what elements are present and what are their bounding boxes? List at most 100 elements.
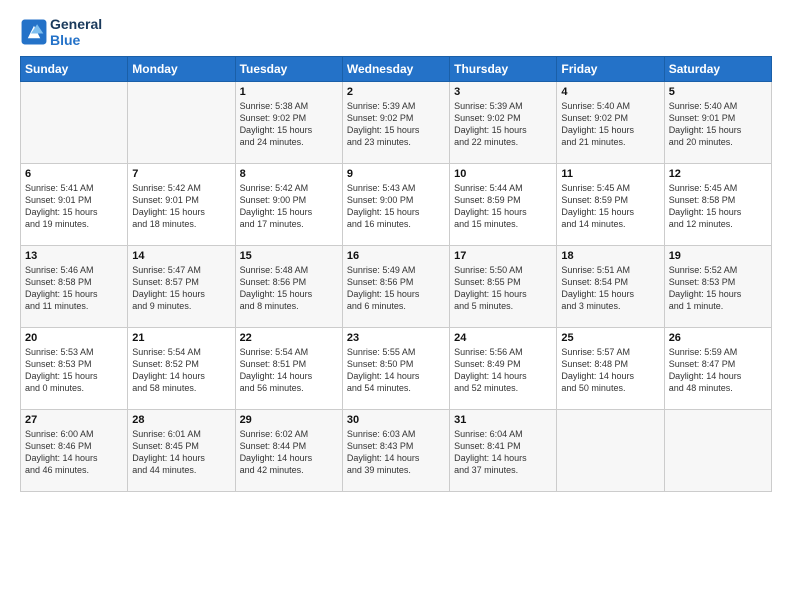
day-number: 14: [132, 250, 230, 262]
calendar-cell: 27Sunrise: 6:00 AM Sunset: 8:46 PM Dayli…: [21, 410, 128, 492]
logo-icon: [20, 18, 48, 46]
day-number: 2: [347, 86, 445, 98]
day-number: 28: [132, 414, 230, 426]
day-number: 6: [25, 168, 123, 180]
day-number: 24: [454, 332, 552, 344]
day-header-thursday: Thursday: [450, 57, 557, 82]
calendar-week-1: 1Sunrise: 5:38 AM Sunset: 9:02 PM Daylig…: [21, 82, 772, 164]
calendar-cell: 19 Sunrise: 5:52 AM Sunset: 8:53 PM Dayli…: [664, 246, 771, 328]
calendar-cell: 7Sunrise: 5:42 AM Sunset: 9:01 PM Daylig…: [128, 164, 235, 246]
cell-content: Sunrise: 5:41 AM Sunset: 9:01 PM Dayligh…: [25, 182, 123, 231]
calendar-cell: 24 Sunrise: 5:56 AM Sunset: 8:49 PM Dayli…: [450, 328, 557, 410]
day-number: 13: [25, 250, 123, 262]
calendar-cell: 15Sunrise: 5:48 AM Sunset: 8:56 PM Dayli…: [235, 246, 342, 328]
logo-text: General Blue: [50, 16, 102, 48]
cell-content: Sunrise: 5:46 AM Sunset: 8:58 PM Dayligh…: [25, 264, 123, 313]
cell-content: Sunrise: 5:43 AM Sunset: 9:00 PM Dayligh…: [347, 182, 445, 231]
calendar-cell: 4Sunrise: 5:40 AM Sunset: 9:02 PM Daylig…: [557, 82, 664, 164]
calendar-cell: 28 Sunrise: 6:01 AM Sunset: 8:45 PM Dayli…: [128, 410, 235, 492]
calendar-cell: [21, 82, 128, 164]
day-number: 19: [669, 250, 767, 262]
day-header-saturday: Saturday: [664, 57, 771, 82]
calendar-cell: [128, 82, 235, 164]
calendar-week-3: 13 Sunrise: 5:46 AM Sunset: 8:58 PM Dayli…: [21, 246, 772, 328]
day-number: 23: [347, 332, 445, 344]
cell-content: Sunrise: 5:59 AM Sunset: 8:47 PM Dayligh…: [669, 346, 767, 395]
cell-content: Sunrise: 5:50 AM Sunset: 8:55 PM Dayligh…: [454, 264, 552, 313]
cell-content: Sunrise: 5:53 AM Sunset: 8:53 PM Dayligh…: [25, 346, 123, 395]
cell-content: Sunrise: 5:52 AM Sunset: 8:53 PM Dayligh…: [669, 264, 767, 313]
calendar-cell: 10Sunrise: 5:44 AM Sunset: 8:59 PM Dayli…: [450, 164, 557, 246]
day-header-monday: Monday: [128, 57, 235, 82]
page: General Blue SundayMondayTuesdayWednesda…: [0, 0, 792, 612]
calendar-cell: 22 Sunrise: 5:54 AM Sunset: 8:51 PM Dayli…: [235, 328, 342, 410]
day-header-tuesday: Tuesday: [235, 57, 342, 82]
cell-content: Sunrise: 5:39 AM Sunset: 9:02 PM Dayligh…: [454, 100, 552, 149]
day-number: 27: [25, 414, 123, 426]
calendar-cell: 11 Sunrise: 5:45 AM Sunset: 8:59 PM Dayli…: [557, 164, 664, 246]
calendar-cell: 14Sunrise: 5:47 AM Sunset: 8:57 PM Dayli…: [128, 246, 235, 328]
calendar-cell: 3 Sunrise: 5:39 AM Sunset: 9:02 PM Daylig…: [450, 82, 557, 164]
day-number: 5: [669, 86, 767, 98]
day-number: 17: [454, 250, 552, 262]
calendar-cell: 26 Sunrise: 5:59 AM Sunset: 8:47 PM Dayli…: [664, 328, 771, 410]
day-number: 31: [454, 414, 552, 426]
day-number: 21: [132, 332, 230, 344]
day-number: 18: [561, 250, 659, 262]
day-number: 12: [669, 168, 767, 180]
calendar-cell: 13 Sunrise: 5:46 AM Sunset: 8:58 PM Dayli…: [21, 246, 128, 328]
calendar-week-4: 20 Sunrise: 5:53 AM Sunset: 8:53 PM Dayli…: [21, 328, 772, 410]
calendar-cell: 25Sunrise: 5:57 AM Sunset: 8:48 PM Dayli…: [557, 328, 664, 410]
calendar-cell: 2 Sunrise: 5:39 AM Sunset: 9:02 PM Daylig…: [342, 82, 449, 164]
day-number: 22: [240, 332, 338, 344]
calendar-cell: 8Sunrise: 5:42 AM Sunset: 9:00 PM Daylig…: [235, 164, 342, 246]
calendar-cell: 17 Sunrise: 5:50 AM Sunset: 8:55 PM Dayli…: [450, 246, 557, 328]
calendar-header: SundayMondayTuesdayWednesdayThursdayFrid…: [21, 57, 772, 82]
day-header-friday: Friday: [557, 57, 664, 82]
day-number: 20: [25, 332, 123, 344]
calendar-cell: [664, 410, 771, 492]
calendar-cell: 9 Sunrise: 5:43 AM Sunset: 9:00 PM Daylig…: [342, 164, 449, 246]
day-number: 30: [347, 414, 445, 426]
day-number: 10: [454, 168, 552, 180]
calendar-cell: [557, 410, 664, 492]
calendar-cell: 12 Sunrise: 5:45 AM Sunset: 8:58 PM Dayli…: [664, 164, 771, 246]
cell-content: Sunrise: 5:54 AM Sunset: 8:51 PM Dayligh…: [240, 346, 338, 395]
day-number: 29: [240, 414, 338, 426]
day-number: 9: [347, 168, 445, 180]
calendar-cell: 23 Sunrise: 5:55 AM Sunset: 8:50 PM Dayli…: [342, 328, 449, 410]
cell-content: Sunrise: 5:45 AM Sunset: 8:59 PM Dayligh…: [561, 182, 659, 231]
cell-content: Sunrise: 6:04 AM Sunset: 8:41 PM Dayligh…: [454, 428, 552, 477]
day-number: 1: [240, 86, 338, 98]
calendar-cell: 29Sunrise: 6:02 AM Sunset: 8:44 PM Dayli…: [235, 410, 342, 492]
cell-content: Sunrise: 5:54 AM Sunset: 8:52 PM Dayligh…: [132, 346, 230, 395]
cell-content: Sunrise: 5:56 AM Sunset: 8:49 PM Dayligh…: [454, 346, 552, 395]
calendar-cell: 18 Sunrise: 5:51 AM Sunset: 8:54 PM Dayli…: [557, 246, 664, 328]
calendar-cell: 21 Sunrise: 5:54 AM Sunset: 8:52 PM Dayli…: [128, 328, 235, 410]
day-number: 25: [561, 332, 659, 344]
day-number: 26: [669, 332, 767, 344]
cell-content: Sunrise: 5:51 AM Sunset: 8:54 PM Dayligh…: [561, 264, 659, 313]
calendar-week-5: 27Sunrise: 6:00 AM Sunset: 8:46 PM Dayli…: [21, 410, 772, 492]
calendar-cell: 5 Sunrise: 5:40 AM Sunset: 9:01 PM Daylig…: [664, 82, 771, 164]
calendar-cell: 20 Sunrise: 5:53 AM Sunset: 8:53 PM Dayli…: [21, 328, 128, 410]
day-number: 11: [561, 168, 659, 180]
calendar-body: 1Sunrise: 5:38 AM Sunset: 9:02 PM Daylig…: [21, 82, 772, 492]
cell-content: Sunrise: 5:40 AM Sunset: 9:01 PM Dayligh…: [669, 100, 767, 149]
calendar-cell: 1Sunrise: 5:38 AM Sunset: 9:02 PM Daylig…: [235, 82, 342, 164]
calendar-cell: 6 Sunrise: 5:41 AM Sunset: 9:01 PM Daylig…: [21, 164, 128, 246]
header: General Blue: [20, 16, 772, 48]
day-number: 16: [347, 250, 445, 262]
cell-content: Sunrise: 5:55 AM Sunset: 8:50 PM Dayligh…: [347, 346, 445, 395]
calendar-week-2: 6 Sunrise: 5:41 AM Sunset: 9:01 PM Daylig…: [21, 164, 772, 246]
cell-content: Sunrise: 5:48 AM Sunset: 8:56 PM Dayligh…: [240, 264, 338, 313]
logo: General Blue: [20, 16, 102, 48]
day-number: 7: [132, 168, 230, 180]
cell-content: Sunrise: 5:39 AM Sunset: 9:02 PM Dayligh…: [347, 100, 445, 149]
cell-content: Sunrise: 6:03 AM Sunset: 8:43 PM Dayligh…: [347, 428, 445, 477]
cell-content: Sunrise: 6:01 AM Sunset: 8:45 PM Dayligh…: [132, 428, 230, 477]
day-number: 3: [454, 86, 552, 98]
calendar-table: SundayMondayTuesdayWednesdayThursdayFrid…: [20, 56, 772, 492]
day-number: 4: [561, 86, 659, 98]
cell-content: Sunrise: 5:45 AM Sunset: 8:58 PM Dayligh…: [669, 182, 767, 231]
